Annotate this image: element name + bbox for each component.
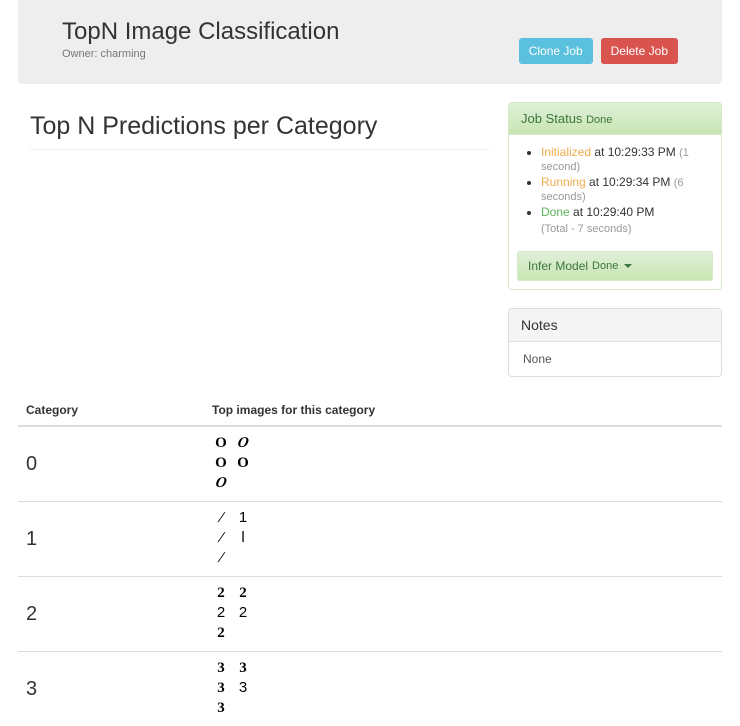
job-header: TopN Image Classification Owner: charmin… xyxy=(18,0,722,84)
col-category: Category xyxy=(18,395,206,426)
category-cell: 1 xyxy=(18,502,206,577)
images-cell: / 1 / l / xyxy=(206,502,722,577)
job-status-body: Initialized at 10:29:33 PM (1 second) Ru… xyxy=(509,135,721,247)
table-row: 3 3 3 3 3 3 xyxy=(18,652,722,726)
table-row: 1 / 1 / l / xyxy=(18,502,722,577)
notes-panel: Notes None xyxy=(508,308,722,377)
status-at: at 10:29:40 PM xyxy=(570,205,655,219)
predictions-table: Category Top images for this category 0 … xyxy=(18,395,722,726)
thumb-digit-1: 1 xyxy=(234,510,252,528)
notes-heading: Notes xyxy=(509,309,721,342)
job-status-title-sub: Done xyxy=(586,114,612,126)
status-item: Running at 10:29:34 PM (6 seconds) xyxy=(541,175,707,203)
thumb-digit-3: 3 xyxy=(234,660,252,678)
status-state: Initialized xyxy=(541,145,591,159)
thumb-digit-1: / xyxy=(210,510,231,528)
thumb-digit-0: O xyxy=(232,435,253,453)
status-item: Initialized at 10:29:33 PM (1 second) xyxy=(541,145,707,173)
col-images: Top images for this category xyxy=(206,395,722,426)
job-status-heading: Job Status Done xyxy=(509,103,721,135)
clone-job-button[interactable]: Clone Job xyxy=(519,38,593,64)
delete-job-button[interactable]: Delete Job xyxy=(601,38,678,64)
status-at: at 10:29:34 PM xyxy=(586,175,674,189)
status-list: Initialized at 10:29:33 PM (1 second) Ru… xyxy=(523,145,707,235)
thumb-digit-2: 2 xyxy=(212,625,230,643)
status-state: Running xyxy=(541,175,586,189)
notes-body: None xyxy=(509,342,721,376)
infer-model-toggle[interactable]: Infer Model Done xyxy=(517,251,713,281)
thumb-digit-3: 3 xyxy=(212,700,230,718)
thumb-digit-0: O xyxy=(212,435,230,453)
category-cell: 0 xyxy=(18,426,206,502)
job-status-panel: Job Status Done Initialized at 10:29:33 … xyxy=(508,102,722,290)
thumb-digit-2: 2 xyxy=(234,605,252,623)
thumb-digit-3: 3 xyxy=(234,680,252,698)
status-at: at 10:29:33 PM xyxy=(591,145,679,159)
thumb-digit-3: 3 xyxy=(212,680,230,698)
status-item: Done at 10:29:40 PM xyxy=(541,205,707,219)
thumb-digit-1: / xyxy=(210,550,231,568)
job-status-title: Job Status xyxy=(521,111,582,126)
thumb-digit-1: l xyxy=(234,530,252,548)
table-row: 0 O O O O O xyxy=(18,426,722,502)
infer-model-label: Infer Model xyxy=(528,259,588,273)
page-heading: Top N Predictions per Category xyxy=(30,112,490,150)
status-state: Done xyxy=(541,205,570,219)
thumb-digit-3: 3 xyxy=(212,660,230,678)
images-cell: 3 3 3 3 3 xyxy=(206,652,722,726)
thumb-digit-0: O xyxy=(210,475,231,493)
status-total: (Total - 7 seconds) xyxy=(541,221,707,235)
thumb-digit-0: O xyxy=(212,455,230,473)
thumb-digit-1: / xyxy=(210,530,231,548)
images-cell: O O O O O xyxy=(206,426,722,502)
thumb-digit-2: 2 xyxy=(212,605,230,623)
infer-model-sub: Done xyxy=(592,260,618,272)
category-cell: 3 xyxy=(18,652,206,726)
thumb-digit-0: O xyxy=(234,455,252,473)
chevron-down-icon xyxy=(624,264,632,268)
